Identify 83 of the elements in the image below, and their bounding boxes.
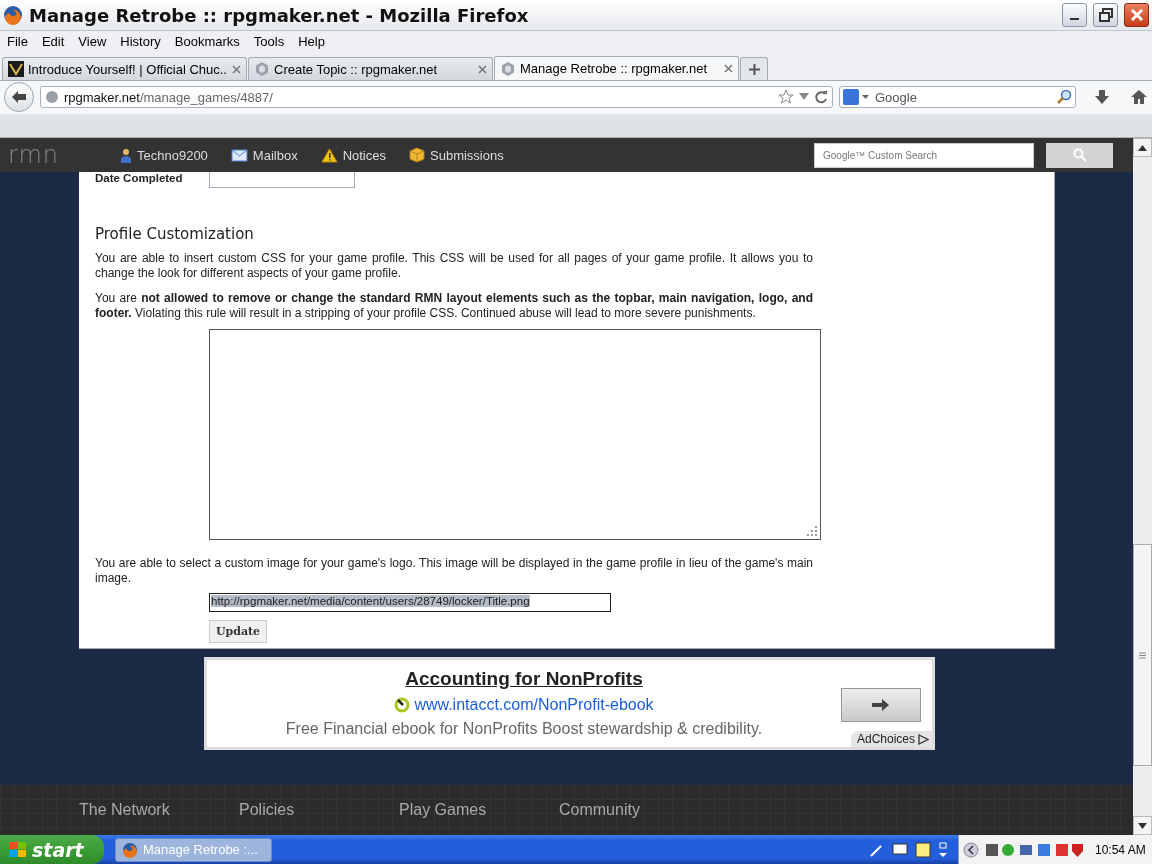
tab-close-icon[interactable] [232,64,241,74]
address-bar[interactable]: rpgmaker.net/manage_games/4887/ [40,86,833,108]
scroll-up-button[interactable] [1133,138,1152,157]
scroll-down-button[interactable] [1133,816,1152,835]
paragraph: You are not allowed to remove or change the standard RMN layout elements such as the topbar, main navigation, logo, and footer. Violating this rule will result in a stripping of your profile CSS. Continued abuse will lead to more severe punishments. [95,291,813,321]
monitor-icon[interactable] [892,841,908,858]
resize-handle-icon[interactable] [807,526,818,537]
ring-icon [394,697,411,713]
arrow-icon [872,698,890,712]
home-icon[interactable] [1130,89,1148,105]
nav-link[interactable]: Mailbox [230,147,298,163]
minimize-icon [1070,18,1079,20]
mail-icon [230,148,248,162]
field-label: Date Completed [95,172,184,186]
adchoices-link[interactable]: AdChoices [850,731,932,747]
ad-link[interactable]: www.intacct.com/NonProfit-ebook [414,696,654,714]
close-button[interactable] [1124,3,1149,27]
hexagon-favicon [254,61,270,77]
scrollbar-thumb[interactable] [1133,544,1152,766]
chevron-icon[interactable] [963,841,979,858]
clock: 10:54 AM [1095,842,1146,857]
footer-heading: The Network [79,801,171,819]
search-placeholder: Google [875,89,918,105]
reload-icon[interactable] [814,90,828,104]
url-text: rpgmaker.net/manage_games/4887/ [64,89,273,105]
menu-item[interactable]: History [113,34,168,49]
logo-url-field[interactable]: http://rpgmaker.net/media/content/users/28749/locker/Title.png [209,593,611,612]
dropdown-icon[interactable] [799,93,809,101]
search-icon[interactable] [1056,89,1072,105]
back-arrow-icon [11,90,27,104]
triangle-icon [918,733,929,745]
download-icon[interactable] [1094,89,1110,105]
start-button[interactable]: start [0,835,104,864]
firefox-icon [122,841,138,858]
hexagon-favicon [500,60,516,77]
nav-link[interactable]: Submissions [409,147,504,163]
maximize-button[interactable] [1093,3,1118,27]
warning-icon [320,147,338,163]
close-icon [1129,8,1144,22]
down-arrow-icon [1138,822,1147,829]
package-icon [409,147,425,163]
footer-heading: Play Games [399,801,488,819]
browser-tab[interactable]: Create Topic :: rpgmaker.net [248,57,493,80]
custom-search-field[interactable]: Google™ Custom Search [814,142,1034,168]
ad-title[interactable]: Accounting for NonProfits [405,668,643,690]
windows-logo-icon [8,840,28,859]
game-favicon [8,61,24,77]
nav-link[interactable]: Notices [320,147,386,163]
new-tab-button[interactable] [740,57,768,80]
window-title: Manage Retrobe :: rpgmaker.net - Mozilla Firefox [29,4,530,26]
menu-item[interactable]: Tools [246,34,292,49]
date-field[interactable] [209,172,355,188]
paragraph: You are able to insert custom CSS for your game profile. This CSS will be used for all pages of your game profile. It allows you to change the look for different aspects of your game profile. [95,251,813,281]
menu-item[interactable]: Help [291,34,332,49]
menu-item[interactable]: View [71,34,114,49]
plus-icon [748,63,760,75]
minimize-button[interactable] [1062,3,1087,27]
site-logo[interactable]: rmn [8,141,70,169]
search-button[interactable] [1046,142,1113,168]
up-arrow-icon [1138,144,1147,151]
ad-arrow-button[interactable] [841,688,921,722]
star-icon[interactable] [778,89,794,105]
person-icon [120,147,132,163]
nav-link[interactable]: Techno9200 [120,147,208,163]
tab-close-icon[interactable] [478,64,487,74]
paragraph: You are able to select a custom image for your game's logo. This image will be displayed in the game profile in lieu of the game's main image. [95,556,813,586]
update-button[interactable]: Update [209,620,267,643]
menu-item[interactable]: Bookmarks [167,34,247,49]
footer-heading: Community [559,801,641,819]
section-heading: Profile Customization [95,225,255,245]
tab-close-icon[interactable] [724,64,733,73]
browser-tab[interactable]: Manage Retrobe :: rpgmaker.net [494,56,739,80]
browser-tab[interactable]: Introduce Yourself! | Official Chuc... [2,57,247,80]
search-field[interactable]: Google [839,86,1076,108]
search-icon [1072,148,1087,162]
footer-heading: Policies [239,801,296,819]
google-icon [843,89,871,105]
firefox-icon [3,5,23,25]
ad-description: Free Financial ebook for NonProfits Boost stewardship & credibility. [285,720,763,738]
grip-icon [1139,651,1146,659]
menu-item[interactable]: File [0,34,35,49]
menu-item[interactable]: Edit [34,34,72,49]
back-button[interactable] [4,82,34,112]
